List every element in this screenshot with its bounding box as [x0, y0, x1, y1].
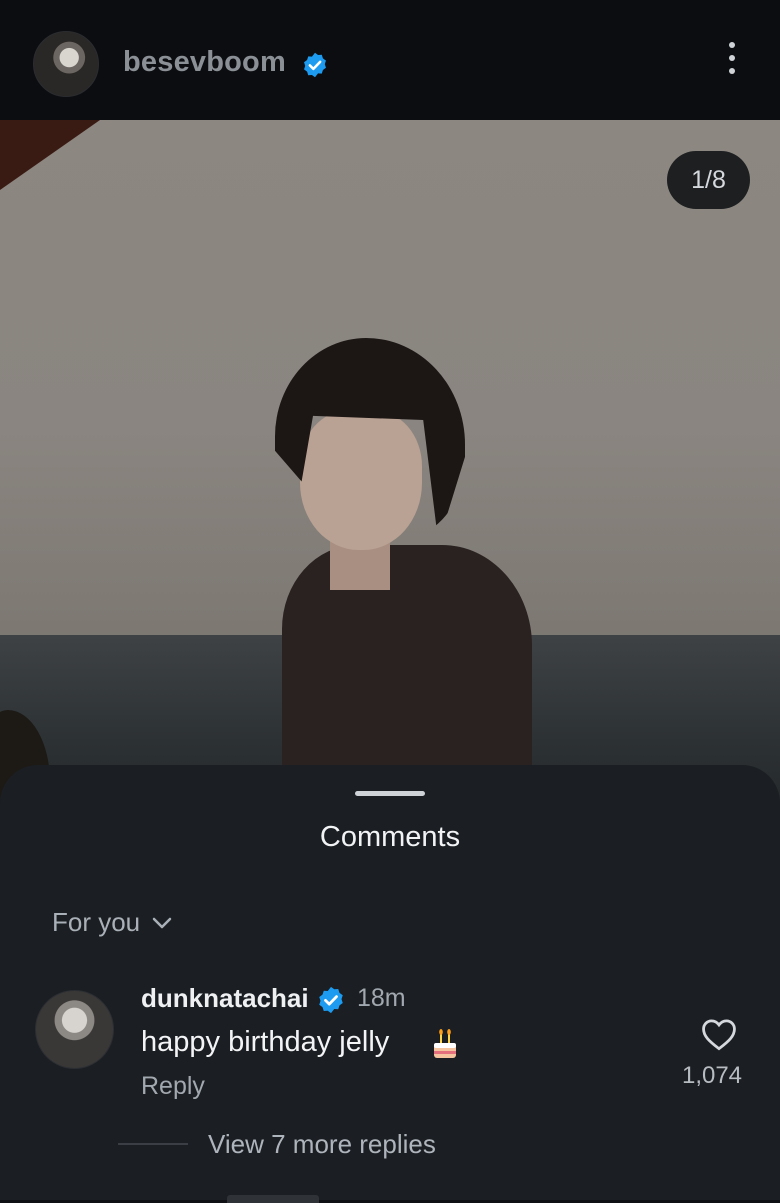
comment-text: happy birthday jelly — [141, 1026, 390, 1058]
reply-button[interactable]: Reply — [141, 1072, 205, 1101]
more-options-icon[interactable] — [718, 42, 746, 82]
comment-username[interactable]: dunknatachai — [141, 983, 309, 1014]
photo-person-face — [300, 410, 422, 550]
post-username[interactable]: besevboom — [123, 46, 286, 79]
like-count: 1,074 — [681, 1062, 743, 1089]
birthday-cake-icon — [434, 1029, 456, 1058]
photo-roof-edge — [0, 120, 100, 190]
image-counter-badge: 1/8 — [667, 151, 750, 209]
verified-badge-icon — [304, 52, 326, 78]
view-more-replies-button[interactable]: View 7 more replies — [208, 1129, 436, 1160]
replies-divider — [118, 1143, 188, 1145]
comments-title: Comments — [319, 821, 461, 853]
sheet-drag-handle[interactable] — [355, 791, 425, 796]
verified-badge-icon — [319, 986, 343, 1014]
post-photo[interactable] — [0, 120, 780, 810]
next-comment-peek — [227, 1187, 323, 1203]
profile-avatar[interactable] — [33, 31, 99, 97]
chevron-down-icon — [152, 917, 172, 928]
comment-timestamp: 18m — [357, 984, 406, 1012]
filter-label: For you — [52, 907, 141, 937]
comment-filter-dropdown[interactable]: For you — [52, 907, 174, 938]
post-header: besevboom — [0, 0, 780, 120]
heart-icon[interactable] — [700, 1017, 738, 1051]
commenter-avatar[interactable] — [35, 990, 114, 1069]
comments-sheet: Comments For you dunknatachai 18m happy … — [0, 765, 780, 1203]
